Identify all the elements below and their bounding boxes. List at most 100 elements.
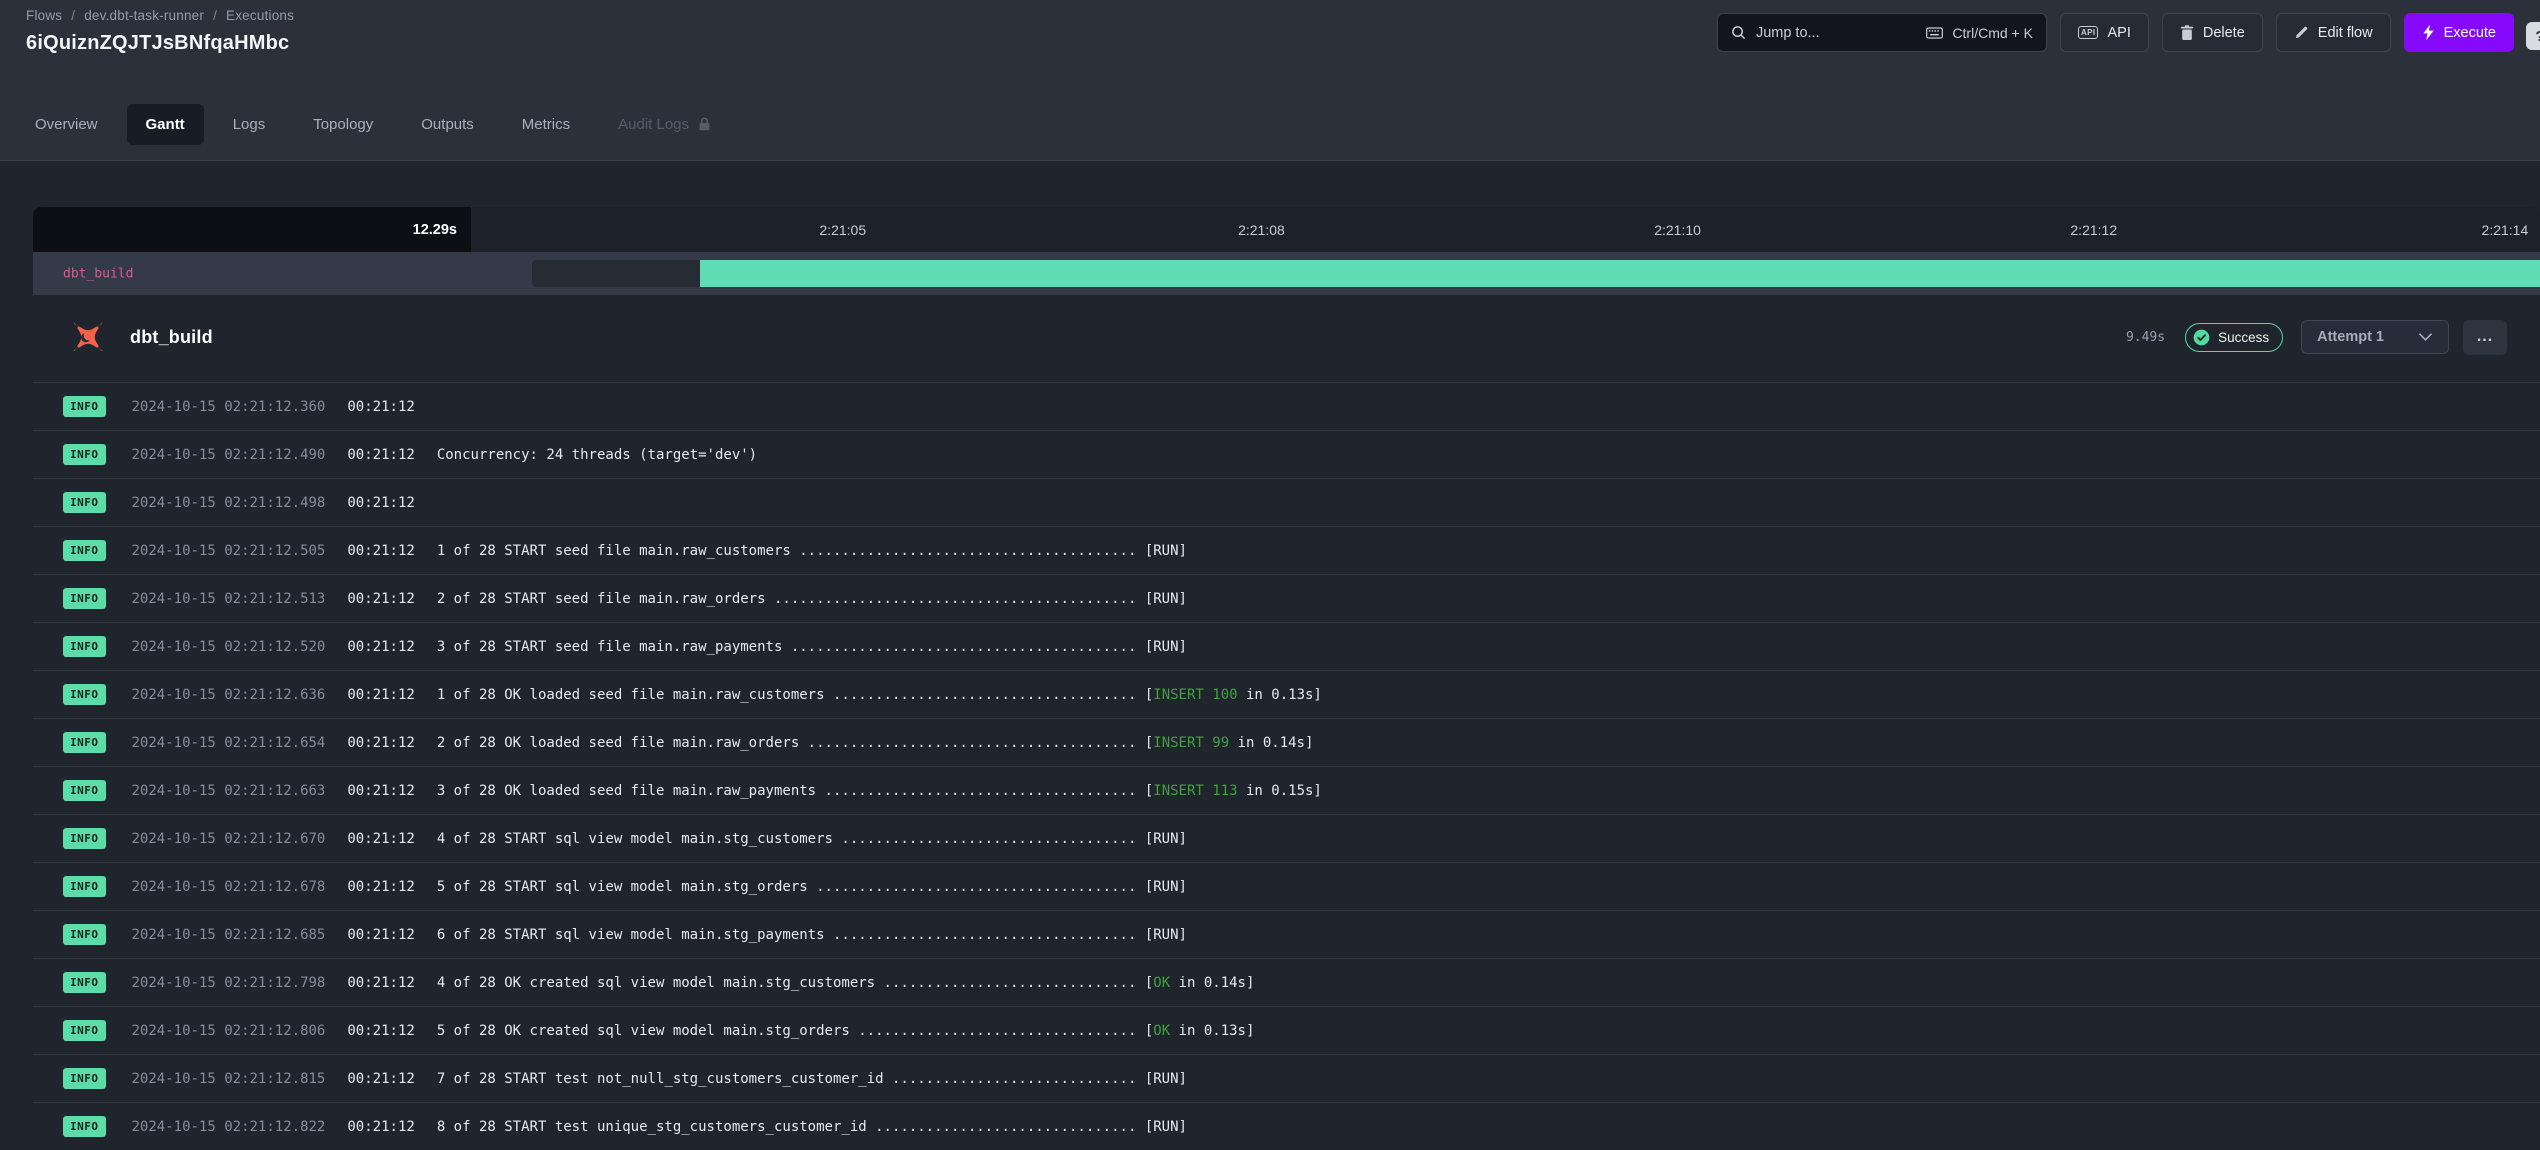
jump-to-search[interactable]: Jump to... Ctrl/Cmd + K — [1717, 13, 2047, 52]
log-row: INFO2024-10-15 02:21:12.79800:21:124 of … — [33, 958, 2540, 1006]
log-timestamp: 2024-10-15 02:21:12.822 — [132, 1119, 326, 1135]
tab-topology[interactable]: Topology — [294, 104, 392, 145]
check-circle-icon — [2193, 329, 2210, 346]
page-title: 6iQuiznZQJTJsBNfqaHMbc — [26, 32, 294, 55]
log-timestamp: 2024-10-15 02:21:12.490 — [132, 447, 326, 463]
log-message-text: 3 of 28 OK loaded seed file main.raw_pay… — [437, 783, 1153, 799]
shortcut-label: Ctrl/Cmd + K — [1952, 25, 2033, 41]
lock-icon — [698, 117, 711, 131]
log-relative-time: 00:21:12 — [347, 879, 414, 895]
log-message-highlight: INSERT 99 — [1153, 735, 1229, 751]
log-message-text: 6 of 28 START sql view model main.stg_pa… — [437, 927, 1187, 943]
log-relative-time: 00:21:12 — [347, 735, 414, 751]
breadcrumb-separator: / — [71, 8, 75, 23]
chevron-down-icon — [2418, 332, 2433, 342]
search-shortcut: Ctrl/Cmd + K — [1926, 25, 2033, 41]
log-level-badge: INFO — [63, 972, 106, 993]
tab-overview[interactable]: Overview — [16, 104, 117, 145]
gantt-time-tick: 2:21:14 — [2482, 222, 2529, 238]
help-button[interactable]: ? — [2526, 22, 2540, 50]
log-row: INFO2024-10-15 02:21:12.49000:21:12Concu… — [33, 430, 2540, 478]
log-level-badge: INFO — [63, 876, 106, 897]
gantt-task-label: dbt_build — [63, 266, 133, 281]
log-message-text: in 0.15s] — [1238, 783, 1322, 799]
log-level-badge: INFO — [63, 1068, 106, 1089]
tab-label: Metrics — [522, 116, 570, 133]
gantt-time-tick: 2:21:05 — [819, 222, 866, 238]
delete-button-label: Delete — [2203, 25, 2245, 41]
attempt-dropdown[interactable]: Attempt 1 — [2301, 320, 2449, 354]
status-badge: Success — [2185, 323, 2283, 352]
log-row: INFO2024-10-15 02:21:12.67000:21:124 of … — [33, 814, 2540, 862]
log-timestamp: 2024-10-15 02:21:12.815 — [132, 1071, 326, 1087]
api-button[interactable]: API API — [2060, 13, 2149, 52]
log-message: 4 of 28 START sql view model main.stg_cu… — [437, 831, 1187, 847]
log-level-badge: INFO — [63, 588, 106, 609]
log-relative-time: 00:21:12 — [347, 639, 414, 655]
log-level-badge: INFO — [63, 1116, 106, 1137]
log-row: INFO2024-10-15 02:21:12.81500:21:127 of … — [33, 1054, 2540, 1102]
top-bar-actions: Jump to... Ctrl/Cmd + K API API Delete E… — [1717, 8, 2514, 88]
breadcrumb-item-dev-dbt-task-runner[interactable]: dev.dbt-task-runner — [84, 8, 204, 23]
keyboard-icon — [1926, 27, 1943, 39]
log-message: 6 of 28 START sql view model main.stg_pa… — [437, 927, 1187, 943]
breadcrumb-item-executions[interactable]: Executions — [226, 8, 294, 23]
edit-flow-button[interactable]: Edit flow — [2276, 13, 2391, 52]
tab-logs[interactable]: Logs — [214, 104, 285, 145]
tab-label: Outputs — [421, 116, 474, 133]
log-timestamp: 2024-10-15 02:21:12.513 — [132, 591, 326, 607]
log-relative-time: 00:21:12 — [347, 1023, 414, 1039]
attempt-dropdown-value: Attempt 1 — [2317, 329, 2384, 345]
log-level-badge: INFO — [63, 636, 106, 657]
tab-label: Audit Logs — [618, 116, 689, 133]
log-message-text: in 0.13s] — [1170, 1023, 1254, 1039]
log-message: 7 of 28 START test not_null_stg_customer… — [437, 1071, 1187, 1087]
log-level-badge: INFO — [63, 540, 106, 561]
tab-outputs[interactable]: Outputs — [402, 104, 493, 145]
log-message-text: Concurrency: 24 threads (target='dev') — [437, 447, 757, 463]
log-relative-time: 00:21:12 — [347, 927, 414, 943]
log-relative-time: 00:21:12 — [347, 783, 414, 799]
log-message: 3 of 28 OK loaded seed file main.raw_pay… — [437, 783, 1322, 799]
gantt-time-tick: 2:21:12 — [2070, 222, 2117, 238]
gantt-tab-content: 12.29s 2:21:052:21:082:21:102:21:122:21:… — [0, 161, 2540, 1150]
gantt-bar-running[interactable] — [700, 260, 2540, 287]
log-row: INFO2024-10-15 02:21:12.66300:21:123 of … — [33, 766, 2540, 814]
gantt-time-tick: 2:21:08 — [1238, 222, 1285, 238]
log-timestamp: 2024-10-15 02:21:12.678 — [132, 879, 326, 895]
log-row: INFO2024-10-15 02:21:12.52000:21:123 of … — [33, 622, 2540, 670]
pencil-icon — [2294, 25, 2309, 40]
task-name: dbt_build — [130, 327, 213, 348]
log-message-text: 5 of 28 START sql view model main.stg_or… — [437, 879, 1187, 895]
bolt-icon — [2422, 24, 2435, 41]
execute-button[interactable]: Execute — [2404, 13, 2514, 52]
dbt-logo-icon — [70, 319, 106, 355]
log-timestamp: 2024-10-15 02:21:12.654 — [132, 735, 326, 751]
api-button-label: API — [2107, 25, 2130, 41]
tab-gantt[interactable]: Gantt — [127, 104, 204, 145]
tab-label: Logs — [233, 116, 266, 133]
more-options-button[interactable]: ... — [2463, 320, 2507, 355]
breadcrumb: Flows/dev.dbt-task-runner/Executions — [26, 8, 294, 23]
tab-metrics[interactable]: Metrics — [503, 104, 589, 145]
top-bar: Flows/dev.dbt-task-runner/Executions 6iQ… — [0, 0, 2540, 88]
api-icon: API — [2078, 26, 2099, 39]
log-row: INFO2024-10-15 02:21:12.68500:21:126 of … — [33, 910, 2540, 958]
gantt-task-row[interactable]: dbt_build — [33, 252, 2540, 295]
log-row: INFO2024-10-15 02:21:12.50500:21:121 of … — [33, 526, 2540, 574]
log-message: 2 of 28 START seed file main.raw_orders … — [437, 591, 1187, 607]
log-timestamp: 2024-10-15 02:21:12.670 — [132, 831, 326, 847]
log-message-text: 4 of 28 OK created sql view model main.s… — [437, 975, 1153, 991]
log-timestamp: 2024-10-15 02:21:12.498 — [132, 495, 326, 511]
log-level-badge: INFO — [63, 396, 106, 417]
log-timestamp: 2024-10-15 02:21:12.685 — [132, 927, 326, 943]
trash-icon — [2180, 25, 2194, 41]
log-relative-time: 00:21:12 — [347, 495, 414, 511]
delete-button[interactable]: Delete — [2162, 13, 2263, 52]
log-row: INFO2024-10-15 02:21:12.51300:21:122 of … — [33, 574, 2540, 622]
gantt-bar-created[interactable] — [532, 260, 700, 287]
log-row: INFO2024-10-15 02:21:12.36000:21:12 — [33, 382, 2540, 430]
breadcrumb-item-flows[interactable]: Flows — [26, 8, 62, 23]
log-message: 2 of 28 OK loaded seed file main.raw_ord… — [437, 735, 1314, 751]
log-level-badge: INFO — [63, 780, 106, 801]
